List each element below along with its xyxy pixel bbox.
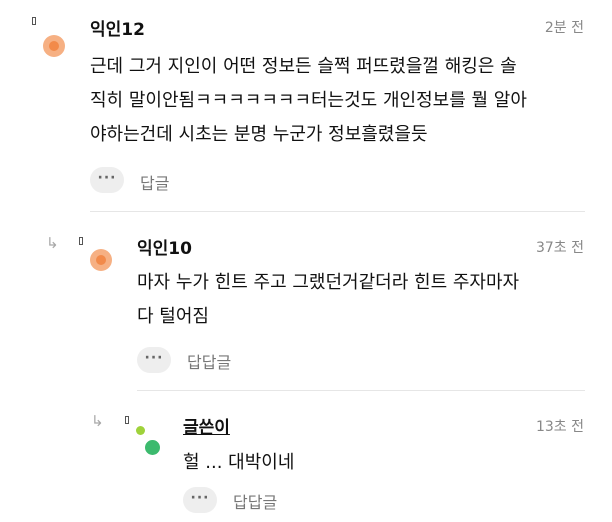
comment-line: 근데 그거 지인이 어떤 정보든 슬쩍 퍼뜨렸을껄 해킹은 솔 (90, 56, 517, 77)
divider (137, 390, 585, 391)
comment-marker (79, 237, 83, 245)
reply-button[interactable]: 답답글 (233, 489, 277, 513)
avatar-dot (136, 426, 145, 435)
author-name[interactable]: 글쓴이 (183, 413, 230, 438)
more-options-button[interactable]: ··· (137, 347, 171, 373)
reply-arrow-icon: ↳ (91, 412, 104, 430)
more-options-button[interactable]: ··· (183, 487, 217, 513)
avatar[interactable] (90, 249, 112, 271)
comment-marker (125, 416, 129, 424)
reply-button[interactable]: 답글 (140, 170, 169, 194)
avatar[interactable] (136, 426, 166, 462)
author-name[interactable]: 익인12 (90, 15, 145, 40)
comment-text: 근데 그거 지인이 어떤 정보든 슬쩍 퍼뜨렸을껄 해킹은 솔 직히 말이안됨ㅋ… (90, 50, 527, 152)
comment-line: 야하는건데 시초는 분명 누군가 정보흘렸을듯 (90, 124, 428, 145)
comment-text: 마자 누가 힌트 주고 그랬던거같더라 힌트 주자마자 다 털어짐 (137, 266, 519, 334)
comment-line: 마자 누가 힌트 주고 그랬던거같더라 힌트 주자마자 (137, 272, 520, 293)
avatar[interactable] (43, 35, 65, 57)
reply-arrow-icon: ↳ (46, 234, 59, 252)
comment-line: 다 털어짐 (137, 306, 209, 327)
comment-text: 헐 ... 대박이네 (183, 446, 294, 480)
more-options-button[interactable]: ··· (90, 167, 124, 193)
author-name[interactable]: 익인10 (137, 234, 192, 259)
comment-marker (32, 17, 36, 25)
reply-button[interactable]: 답답글 (187, 349, 231, 373)
divider (90, 211, 585, 212)
avatar-dot (145, 440, 160, 455)
timestamp: 13초 전 (535, 419, 584, 435)
timestamp: 37초 전 (535, 240, 584, 256)
comment-line: 직히 말이안됨ㅋㅋㅋㅋㅋㅋㅋ터는것도 개인정보를 뭘 알아 (90, 90, 527, 111)
comment-line: 헐 ... 대박이네 (183, 452, 295, 473)
timestamp: 2분 전 (544, 20, 584, 36)
